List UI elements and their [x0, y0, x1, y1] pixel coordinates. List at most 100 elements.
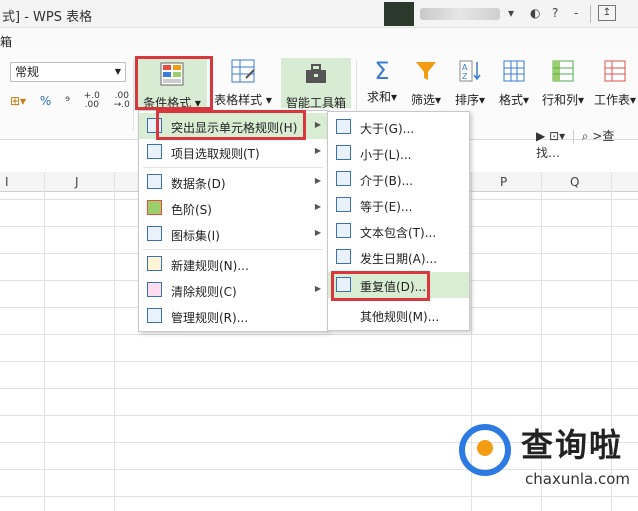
menu-item-less-than[interactable]: 小于(L)...	[328, 140, 469, 166]
menu-item-greater-than[interactable]: 大于(G)...	[328, 114, 469, 140]
column-header-i[interactable]: I	[5, 175, 9, 189]
manage-rules-icon	[147, 308, 162, 323]
menu-item-clear-rules[interactable]: 清除规则(C) ▶	[139, 277, 327, 303]
logo-icon	[459, 424, 511, 476]
smart-toolbox-button[interactable]: 智能工具箱	[281, 58, 351, 110]
user-avatar[interactable]	[384, 2, 414, 26]
ribbon-separator	[133, 60, 134, 130]
title-bar: 式] - WPS 表格 ▾ ◐ ? - ↥	[0, 0, 638, 28]
column-header-p[interactable]: P	[500, 175, 507, 189]
menu-item-between[interactable]: 介于(B)...	[328, 166, 469, 192]
menu-item-equal-to[interactable]: 等于(E)...	[328, 192, 469, 218]
greater-than-icon	[336, 119, 351, 134]
row-col-button[interactable]: 行和列▾	[538, 58, 588, 108]
number-format-buttons: ⊞▾ % ⁹ +.0.00 .00 →.0	[10, 92, 140, 110]
thousands-button[interactable]: ⁹	[65, 94, 70, 108]
menu-item-color-scale[interactable]: 色阶(S) ▶	[139, 195, 327, 221]
search-icon[interactable]: ⌕	[582, 129, 589, 143]
menu-item-icon-set[interactable]: 图标集(I) ▶	[139, 221, 327, 247]
menu-item-new-rule[interactable]: 新建规则(N)...	[139, 251, 327, 277]
menu-separator	[143, 167, 323, 168]
format-label: 格式	[498, 93, 523, 107]
filter-label: 筛选	[410, 93, 435, 107]
filter-icon	[416, 62, 436, 80]
icon-set-icon	[147, 226, 162, 241]
data-bar-icon	[147, 174, 162, 189]
column-header-q[interactable]: Q	[570, 175, 579, 189]
find-bar: ▶ ⊡▾ ⌕ >查找…	[536, 127, 638, 161]
sort-label: 排序	[454, 93, 479, 107]
submenu-arrow-icon: ▶	[314, 284, 321, 293]
worksheet-label: 工作表	[593, 93, 630, 107]
menu-item-manage-rules[interactable]: 管理规则(R)...	[139, 303, 327, 329]
worksheet-button[interactable]: 工作表▾	[592, 58, 638, 108]
smart-toolbox-label: 智能工具箱	[285, 96, 346, 110]
highlight-box	[135, 56, 213, 110]
title-separator	[590, 5, 591, 23]
chevron-down-icon: ▼	[114, 67, 121, 76]
format-button[interactable]: 格式▾	[494, 58, 534, 108]
find-separator	[572, 129, 574, 144]
menu-item-more-rules[interactable]: 其他规则(M)...	[328, 302, 469, 328]
increase-decimal-button[interactable]: +.0.00	[84, 92, 100, 110]
new-rule-icon	[147, 256, 162, 271]
sort-icon: A Z	[459, 60, 481, 82]
skin-icon[interactable]: ▾	[508, 6, 514, 20]
row-col-icon	[552, 60, 574, 82]
menu-item-data-bars[interactable]: 数据条(D) ▶	[139, 169, 327, 195]
menu-item-text-contains[interactable]: 文本包含(T)...	[328, 218, 469, 244]
menu-item-top-bottom-rules[interactable]: 项目选取规则(T) ▶	[139, 139, 327, 165]
row-col-label: 行和列	[541, 93, 578, 107]
find-button[interactable]: >查找…	[536, 129, 614, 160]
top-ten-icon	[147, 144, 162, 159]
number-format-value: 常规	[15, 65, 40, 79]
fill-icon[interactable]: ⊡▾	[549, 129, 565, 143]
color-scale-icon	[147, 200, 162, 215]
sort-button[interactable]: A Z 排序▾	[450, 58, 490, 108]
eraser-icon	[147, 282, 162, 297]
toolbox-icon	[306, 64, 326, 83]
format-grid-icon	[503, 60, 525, 82]
conditional-format-menu: 突出显示单元格规则(H) ▶ 项目选取规则(T) ▶ 数据条(D) ▶ 色阶(S…	[138, 110, 328, 332]
sum-button[interactable]: Σ 求和▾	[362, 58, 402, 105]
percent-button[interactable]: %	[40, 94, 51, 108]
highlight-box	[156, 110, 306, 140]
restore-icon[interactable]: ↥	[598, 5, 616, 21]
column-divider	[114, 172, 115, 511]
sigma-icon: Σ	[374, 57, 390, 85]
submenu-arrow-icon: ▶	[314, 202, 321, 211]
help-icon[interactable]: ?	[552, 6, 558, 20]
svg-text:Z: Z	[462, 72, 468, 81]
currency-icon[interactable]: ⊞▾	[10, 94, 26, 108]
less-than-icon	[336, 145, 351, 160]
freeze-icon[interactable]: ▶	[536, 129, 545, 143]
text-contains-icon	[336, 223, 351, 238]
menu-item-toolbox[interactable]: 箱	[0, 33, 12, 50]
menu-row: 箱	[0, 28, 638, 52]
watermark-logo: 查询啦 chaxunla.com	[455, 420, 631, 492]
menu-separator	[143, 249, 323, 250]
column-divider	[44, 172, 45, 511]
number-format-select[interactable]: 常规 ▼	[10, 62, 126, 82]
filter-button[interactable]: 筛选▾	[406, 58, 446, 108]
submenu-arrow-icon: ▶	[314, 120, 321, 129]
window-title: 式] - WPS 表格	[2, 10, 93, 25]
sum-label: 求和	[366, 90, 391, 104]
table-style-button[interactable]: 表格样式 ▾	[213, 58, 273, 108]
equal-to-icon	[336, 197, 351, 212]
column-header-j[interactable]: J	[75, 175, 79, 189]
table-style-label: 表格样式	[214, 93, 263, 107]
decrease-decimal-button[interactable]: .00 →.0	[114, 92, 130, 110]
between-icon	[336, 171, 351, 186]
watermark-url: chaxunla.com	[525, 470, 630, 488]
minimize-icon[interactable]: -	[574, 6, 578, 20]
menu-item-date-occurring[interactable]: 发生日期(A)...	[328, 244, 469, 270]
highlight-box	[331, 271, 430, 301]
submenu-arrow-icon: ▶	[314, 228, 321, 237]
submenu-arrow-icon: ▶	[314, 146, 321, 155]
watermark-brand: 查询啦	[521, 426, 624, 464]
submenu-arrow-icon: ▶	[314, 176, 321, 185]
user-name-blurred	[420, 8, 500, 20]
worksheet-icon	[604, 60, 626, 82]
theme-icon[interactable]: ◐	[530, 6, 540, 20]
